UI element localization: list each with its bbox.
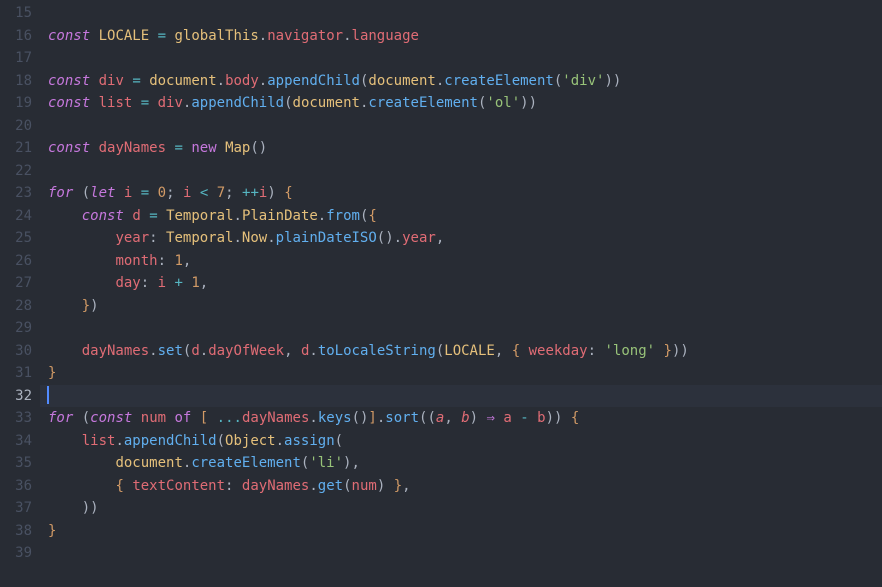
code-line[interactable]: document.createElement('li'), <box>40 452 882 475</box>
code-line[interactable]: const dayNames = new Map() <box>40 137 882 160</box>
property: navigator <box>267 28 343 44</box>
code-editor[interactable]: 1516171819202122232425262728293031323334… <box>0 0 882 587</box>
string-literal: 'li' <box>309 455 343 471</box>
keyword-new: new <box>191 140 216 156</box>
function-call: appendChild <box>267 73 360 89</box>
code-line[interactable]: const list = div.appendChild(document.cr… <box>40 92 882 115</box>
line-number: 26 <box>0 250 40 273</box>
code-line[interactable]: const div = document.body.appendChild(do… <box>40 70 882 93</box>
code-line[interactable]: )) <box>40 497 882 520</box>
code-line[interactable]: } <box>40 362 882 385</box>
text-cursor <box>47 386 49 404</box>
code-line[interactable] <box>40 542 882 565</box>
string-literal: 'long' <box>604 343 655 359</box>
operator-plus: + <box>174 275 182 291</box>
code-line[interactable] <box>40 115 882 138</box>
string-literal: 'div' <box>562 73 604 89</box>
line-number: 38 <box>0 520 40 543</box>
line-number: 29 <box>0 317 40 340</box>
identifier: d <box>132 208 140 224</box>
keyword-for: for <box>48 185 73 201</box>
line-number: 30 <box>0 340 40 363</box>
keyword-let: let <box>90 185 115 201</box>
operator-spread: ... <box>217 410 242 426</box>
line-number: 18 <box>0 70 40 93</box>
line-number: 35 <box>0 452 40 475</box>
number-literal: 0 <box>158 185 166 201</box>
code-line[interactable]: for (let i = 0; i < 7; ++i) { <box>40 182 882 205</box>
number-literal: 7 <box>217 185 225 201</box>
identifier: LOCALE <box>99 28 150 44</box>
line-number: 39 <box>0 542 40 565</box>
code-line[interactable]: } <box>40 520 882 543</box>
line-number: 23 <box>0 182 40 205</box>
operator-eq: = <box>158 28 166 44</box>
keyword-of: of <box>175 410 192 426</box>
identifier: list <box>99 95 133 111</box>
code-line[interactable]: month: 1, <box>40 250 882 273</box>
code-line[interactable]: year: Temporal.Now.plainDateISO().year, <box>40 227 882 250</box>
code-line[interactable]: const d = Temporal.PlainDate.from({ <box>40 205 882 228</box>
parameter: b <box>461 410 469 426</box>
code-line[interactable]: list.appendChild(Object.assign( <box>40 430 882 453</box>
identifier: num <box>141 410 166 426</box>
line-number: 27 <box>0 272 40 295</box>
code-line[interactable] <box>40 160 882 183</box>
operator-lt: < <box>200 185 208 201</box>
line-number: 36 <box>0 475 40 498</box>
class-name: Object <box>225 433 276 449</box>
code-line[interactable] <box>40 47 882 70</box>
arrow-operator: ⇒ <box>487 410 495 426</box>
identifier: div <box>99 73 124 89</box>
class-name: Map <box>225 140 250 156</box>
line-number: 33 <box>0 407 40 430</box>
line-number-gutter: 1516171819202122232425262728293031323334… <box>0 0 40 587</box>
keyword-for: for <box>48 410 73 426</box>
line-number: 22 <box>0 160 40 183</box>
line-number: 34 <box>0 430 40 453</box>
code-line[interactable]: dayNames.set(d.dayOfWeek, d.toLocaleStri… <box>40 340 882 363</box>
property: textContent <box>132 478 225 494</box>
code-line[interactable] <box>40 2 882 25</box>
line-number: 28 <box>0 295 40 318</box>
line-number: 31 <box>0 362 40 385</box>
property: body <box>225 73 259 89</box>
code-line[interactable]: day: i + 1, <box>40 272 882 295</box>
code-line[interactable] <box>40 317 882 340</box>
keyword-const: const <box>48 73 90 89</box>
line-number: 20 <box>0 115 40 138</box>
code-line[interactable]: { textContent: dayNames.get(num) }, <box>40 475 882 498</box>
property: language <box>352 28 419 44</box>
code-area[interactable]: const LOCALE = globalThis.navigator.lang… <box>40 0 882 587</box>
property: day <box>115 275 140 291</box>
line-number: 16 <box>0 25 40 48</box>
number-literal: 1 <box>174 253 182 269</box>
code-line[interactable]: const LOCALE = globalThis.navigator.lang… <box>40 25 882 48</box>
identifier: document <box>149 73 216 89</box>
line-number: 37 <box>0 497 40 520</box>
code-line[interactable]: }) <box>40 295 882 318</box>
line-number: 15 <box>0 2 40 25</box>
identifier: dayNames <box>99 140 166 156</box>
function-call: createElement <box>444 73 554 89</box>
line-number: 17 <box>0 47 40 70</box>
class-name: Temporal <box>166 208 233 224</box>
string-literal: 'ol' <box>486 95 520 111</box>
property: month <box>115 253 157 269</box>
line-number: 25 <box>0 227 40 250</box>
operator-inc: ++ <box>242 185 259 201</box>
line-number: 19 <box>0 92 40 115</box>
class-name: PlainDate <box>242 208 318 224</box>
identifier: globalThis <box>174 28 258 44</box>
keyword-const: const <box>48 28 90 44</box>
line-number: 24 <box>0 205 40 228</box>
code-line[interactable]: for (const num of [ ...dayNames.keys()].… <box>40 407 882 430</box>
code-line-current[interactable] <box>40 385 882 408</box>
property: year <box>115 230 149 246</box>
line-number: 32 <box>0 385 40 408</box>
line-number: 21 <box>0 137 40 160</box>
